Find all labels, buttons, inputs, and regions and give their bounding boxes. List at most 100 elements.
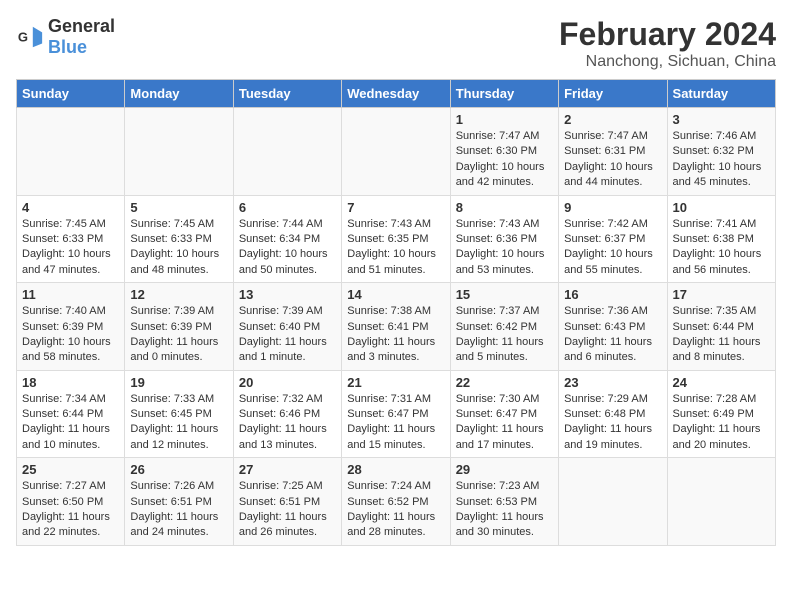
header-cell-friday: Friday: [559, 80, 667, 108]
week-row-4: 18Sunrise: 7:34 AM Sunset: 6:44 PM Dayli…: [17, 370, 776, 458]
day-number: 29: [456, 462, 553, 477]
calendar-cell: 6Sunrise: 7:44 AM Sunset: 6:34 PM Daylig…: [233, 195, 341, 283]
calendar-cell: [17, 108, 125, 196]
header-cell-thursday: Thursday: [450, 80, 558, 108]
day-info: Sunrise: 7:37 AM Sunset: 6:42 PM Dayligh…: [456, 304, 553, 366]
day-info: Sunrise: 7:29 AM Sunset: 6:48 PM Dayligh…: [564, 392, 661, 454]
calendar-body: 1 Sunrise: 7:47 AM Sunset: 6:30 PM Daylig…: [17, 108, 776, 546]
day-number: 1: [456, 112, 553, 127]
week-row-1: 1 Sunrise: 7:47 AM Sunset: 6:30 PM Daylig…: [17, 108, 776, 196]
day-number: 21: [347, 375, 444, 390]
day-number: 24: [673, 375, 770, 390]
day-number: 14: [347, 287, 444, 302]
calendar-cell: 18Sunrise: 7:34 AM Sunset: 6:44 PM Dayli…: [17, 370, 125, 458]
calendar-cell: 27 Sunrise: 7:25 AM Sunset: 6:51 PM Dayli…: [233, 458, 341, 546]
calendar-cell: 9 Sunrise: 7:42 AM Sunset: 6:37 PM Daylig…: [559, 195, 667, 283]
day-info: Sunrise: 7:32 AM Sunset: 6:46 PM Dayligh…: [239, 392, 336, 454]
day-info: Sunrise: 7:41 AM Sunset: 6:38 PM Dayligh…: [673, 217, 770, 279]
day-number: 27: [239, 462, 336, 477]
calendar-cell: 20 Sunrise: 7:32 AM Sunset: 6:46 PM Dayli…: [233, 370, 341, 458]
calendar-cell: 23 Sunrise: 7:29 AM Sunset: 6:48 PM Dayli…: [559, 370, 667, 458]
header-cell-sunday: Sunday: [17, 80, 125, 108]
subtitle: Nanchong, Sichuan, China: [559, 53, 776, 71]
day-info: Sunrise: 7:47 AM Sunset: 6:30 PM Dayligh…: [456, 129, 553, 191]
day-info: Sunrise: 7:42 AM Sunset: 6:37 PM Dayligh…: [564, 217, 661, 279]
day-info: Sunrise: 7:34 AM Sunset: 6:44 PM Dayligh…: [22, 392, 119, 454]
day-info: Sunrise: 7:30 AM Sunset: 6:47 PM Dayligh…: [456, 392, 553, 454]
day-info: Sunrise: 7:33 AM Sunset: 6:45 PM Dayligh…: [130, 392, 227, 454]
calendar-cell: 7Sunrise: 7:43 AM Sunset: 6:35 PM Daylig…: [342, 195, 450, 283]
day-info: Sunrise: 7:26 AM Sunset: 6:51 PM Dayligh…: [130, 479, 227, 541]
calendar-cell: [342, 108, 450, 196]
calendar-cell: 15 Sunrise: 7:37 AM Sunset: 6:42 PM Dayli…: [450, 283, 558, 371]
header-cell-wednesday: Wednesday: [342, 80, 450, 108]
calendar-cell: 4 Sunrise: 7:45 AM Sunset: 6:33 PM Daylig…: [17, 195, 125, 283]
header-cell-monday: Monday: [125, 80, 233, 108]
calendar-cell: 16Sunrise: 7:36 AM Sunset: 6:43 PM Dayli…: [559, 283, 667, 371]
calendar-cell: [667, 458, 775, 546]
week-row-5: 25 Sunrise: 7:27 AM Sunset: 6:50 PM Dayli…: [17, 458, 776, 546]
calendar-table: SundayMondayTuesdayWednesdayThursdayFrid…: [16, 79, 776, 546]
day-info: Sunrise: 7:25 AM Sunset: 6:51 PM Dayligh…: [239, 479, 336, 541]
day-number: 17: [673, 287, 770, 302]
day-number: 10: [673, 200, 770, 215]
day-info: Sunrise: 7:27 AM Sunset: 6:50 PM Dayligh…: [22, 479, 119, 541]
day-number: 11: [22, 287, 119, 302]
calendar-cell: 12Sunrise: 7:39 AM Sunset: 6:39 PM Dayli…: [125, 283, 233, 371]
day-number: 9: [564, 200, 661, 215]
day-number: 2: [564, 112, 661, 127]
day-info: Sunrise: 7:24 AM Sunset: 6:52 PM Dayligh…: [347, 479, 444, 541]
week-row-2: 4 Sunrise: 7:45 AM Sunset: 6:33 PM Daylig…: [17, 195, 776, 283]
day-info: Sunrise: 7:23 AM Sunset: 6:53 PM Dayligh…: [456, 479, 553, 541]
calendar-cell: 10 Sunrise: 7:41 AM Sunset: 6:38 PM Dayli…: [667, 195, 775, 283]
calendar-cell: [559, 458, 667, 546]
header-cell-saturday: Saturday: [667, 80, 775, 108]
calendar-cell: 13 Sunrise: 7:39 AM Sunset: 6:40 PM Dayli…: [233, 283, 341, 371]
calendar-cell: 26 Sunrise: 7:26 AM Sunset: 6:51 PM Dayli…: [125, 458, 233, 546]
day-info: Sunrise: 7:40 AM Sunset: 6:39 PM Dayligh…: [22, 304, 119, 366]
calendar-cell: 29 Sunrise: 7:23 AM Sunset: 6:53 PM Dayli…: [450, 458, 558, 546]
calendar-cell: 22 Sunrise: 7:30 AM Sunset: 6:47 PM Dayli…: [450, 370, 558, 458]
day-info: Sunrise: 7:31 AM Sunset: 6:47 PM Dayligh…: [347, 392, 444, 454]
day-number: 23: [564, 375, 661, 390]
day-info: Sunrise: 7:38 AM Sunset: 6:41 PM Dayligh…: [347, 304, 444, 366]
logo-icon: G: [16, 23, 44, 51]
day-number: 22: [456, 375, 553, 390]
logo-text: General Blue: [48, 16, 115, 58]
day-number: 25: [22, 462, 119, 477]
day-info: Sunrise: 7:39 AM Sunset: 6:40 PM Dayligh…: [239, 304, 336, 366]
day-info: Sunrise: 7:28 AM Sunset: 6:49 PM Dayligh…: [673, 392, 770, 454]
day-number: 26: [130, 462, 227, 477]
day-number: 15: [456, 287, 553, 302]
day-number: 28: [347, 462, 444, 477]
calendar-cell: 11 Sunrise: 7:40 AM Sunset: 6:39 PM Dayli…: [17, 283, 125, 371]
calendar-cell: 21 Sunrise: 7:31 AM Sunset: 6:47 PM Dayli…: [342, 370, 450, 458]
calendar-cell: 14 Sunrise: 7:38 AM Sunset: 6:41 PM Dayli…: [342, 283, 450, 371]
day-info: Sunrise: 7:45 AM Sunset: 6:33 PM Dayligh…: [22, 217, 119, 279]
calendar-cell: 1 Sunrise: 7:47 AM Sunset: 6:30 PM Daylig…: [450, 108, 558, 196]
calendar-cell: 8 Sunrise: 7:43 AM Sunset: 6:36 PM Daylig…: [450, 195, 558, 283]
title-area: February 2024 Nanchong, Sichuan, China: [559, 16, 776, 71]
calendar-cell: [233, 108, 341, 196]
day-info: Sunrise: 7:47 AM Sunset: 6:31 PM Dayligh…: [564, 129, 661, 191]
logo-blue: Blue: [48, 37, 87, 57]
day-info: Sunrise: 7:43 AM Sunset: 6:36 PM Dayligh…: [456, 217, 553, 279]
day-number: 19: [130, 375, 227, 390]
calendar-cell: 3 Sunrise: 7:46 AM Sunset: 6:32 PM Daylig…: [667, 108, 775, 196]
day-info: Sunrise: 7:43 AM Sunset: 6:35 PM Dayligh…: [347, 217, 444, 279]
calendar-cell: 28 Sunrise: 7:24 AM Sunset: 6:52 PM Dayli…: [342, 458, 450, 546]
calendar-cell: 5Sunrise: 7:45 AM Sunset: 6:33 PM Daylig…: [125, 195, 233, 283]
day-info: Sunrise: 7:36 AM Sunset: 6:43 PM Dayligh…: [564, 304, 661, 366]
day-number: 4: [22, 200, 119, 215]
day-number: 13: [239, 287, 336, 302]
day-number: 3: [673, 112, 770, 127]
day-number: 20: [239, 375, 336, 390]
page-header: G General Blue February 2024 Nanchong, S…: [16, 16, 776, 71]
calendar-cell: [125, 108, 233, 196]
day-info: Sunrise: 7:46 AM Sunset: 6:32 PM Dayligh…: [673, 129, 770, 191]
week-row-3: 11 Sunrise: 7:40 AM Sunset: 6:39 PM Dayli…: [17, 283, 776, 371]
main-title: February 2024: [559, 16, 776, 53]
calendar-cell: 2 Sunrise: 7:47 AM Sunset: 6:31 PM Daylig…: [559, 108, 667, 196]
day-number: 8: [456, 200, 553, 215]
day-info: Sunrise: 7:45 AM Sunset: 6:33 PM Dayligh…: [130, 217, 227, 279]
